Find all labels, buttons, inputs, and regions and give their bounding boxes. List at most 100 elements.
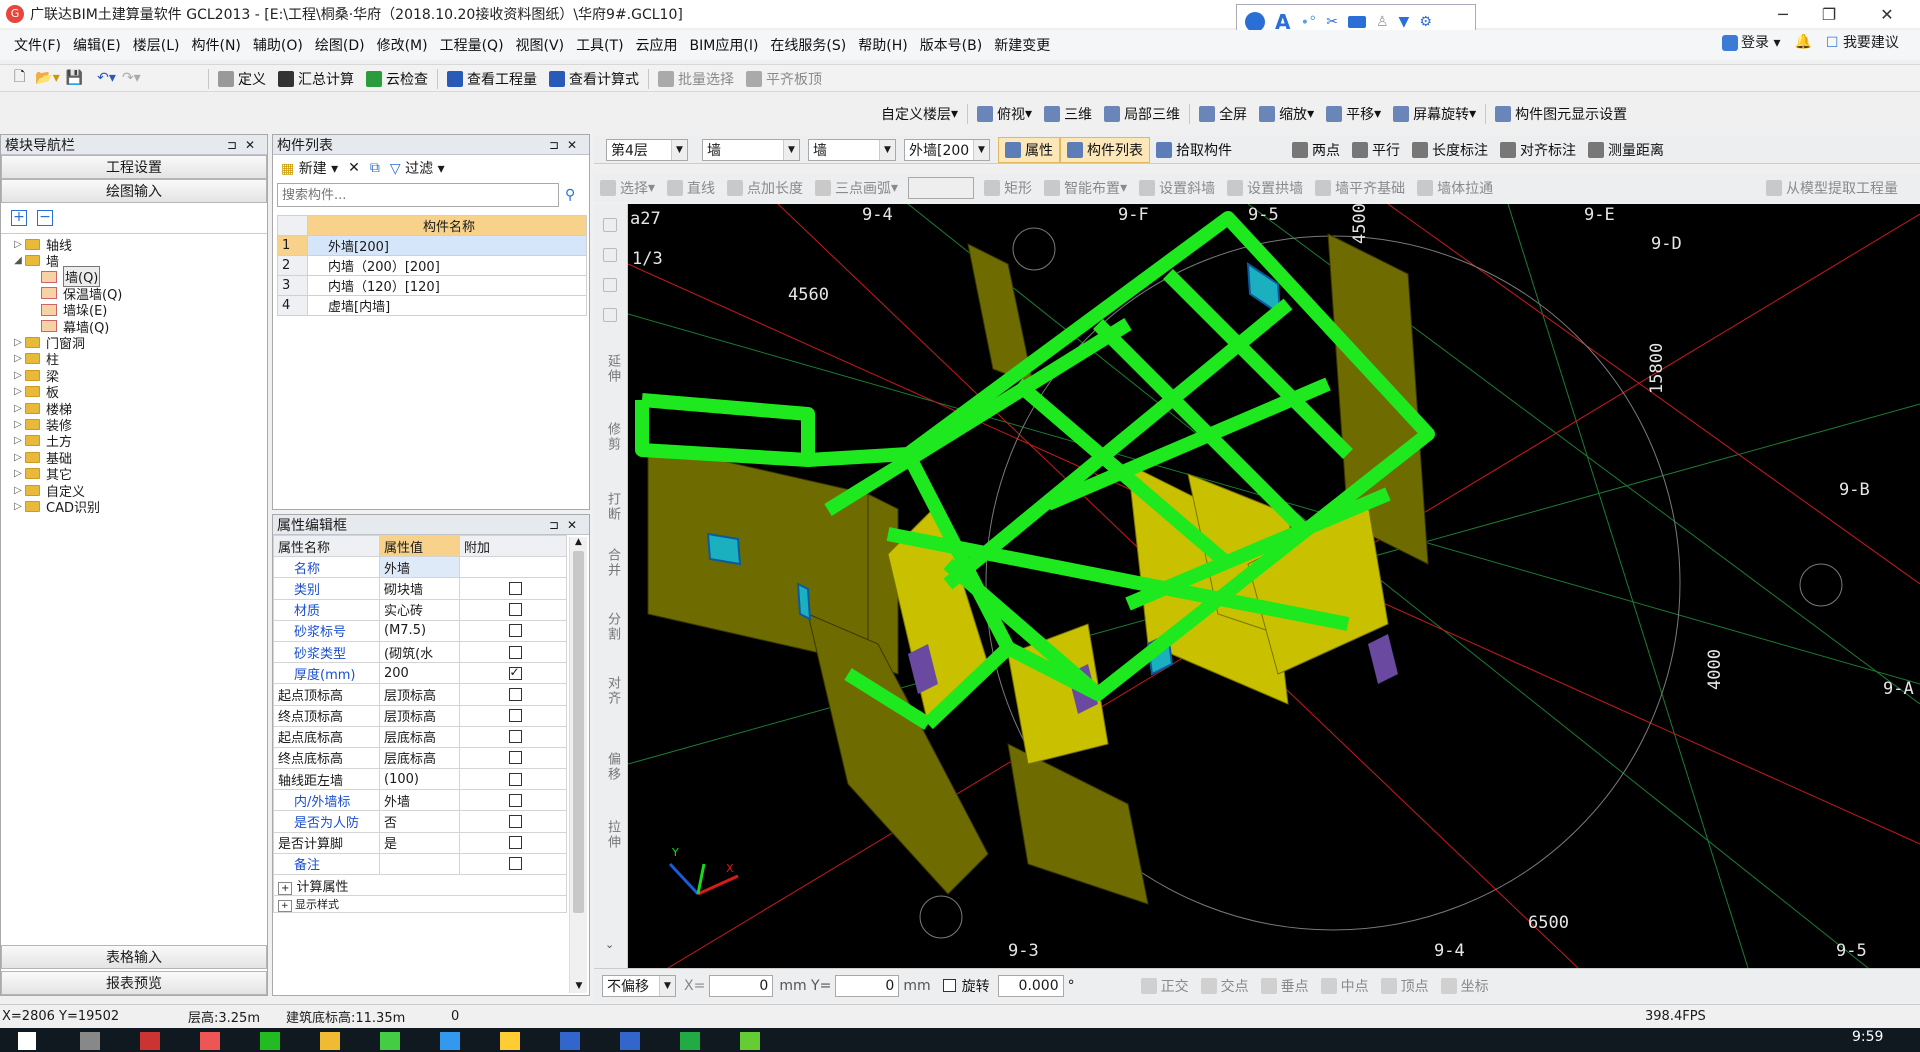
extra-checkbox[interactable] [508, 857, 522, 871]
bell-icon[interactable]: 🔔 [1794, 34, 1811, 50]
measure-button[interactable]: 长度标注 [1406, 137, 1494, 163]
menu-item[interactable]: 楼层(L) [127, 35, 186, 55]
expand-arrow-icon[interactable]: ▷ [11, 403, 25, 414]
toolbar1-button[interactable]: 云检查 [360, 66, 434, 92]
tree-item[interactable]: ▷ 基础 [1, 449, 267, 467]
draw-tool-button[interactable]: 三点画弧 ▾ [809, 175, 904, 201]
display-style-group[interactable]: + 显示样式 [273, 895, 567, 914]
menu-item[interactable]: 辅助(O) [247, 35, 309, 55]
expand-arrow-icon[interactable]: ▷ [11, 485, 25, 496]
expand-arrow-icon[interactable]: ▷ [11, 435, 25, 446]
view-button[interactable]: 三维 [1038, 101, 1098, 127]
property-value[interactable]: 层顶标高 [379, 704, 460, 727]
pin-close-icon[interactable]: ⊐✕ [549, 518, 585, 532]
taskbar-app-icon[interactable] [140, 1032, 160, 1050]
property-row[interactable]: 类别 砌块墙 [273, 577, 567, 600]
extra-checkbox[interactable] [508, 730, 522, 744]
measure-button[interactable]: 平行 [1346, 137, 1406, 163]
toolbar1-button[interactable]: 查看工程量 [441, 66, 543, 92]
taskbar-app-icon[interactable] [200, 1032, 220, 1050]
angle-input[interactable]: 0.000 [997, 974, 1064, 997]
draw-tool-button[interactable]: 设置拱墙 [1221, 175, 1309, 201]
side-tool-button[interactable]: 延伸 [603, 354, 622, 384]
property-row[interactable]: 名称 外墙 [273, 556, 567, 579]
menu-item[interactable]: 文件(F) [8, 35, 67, 55]
expand-arrow-icon[interactable]: ▷ [11, 239, 25, 250]
snap-button[interactable]: 顶点 [1375, 973, 1435, 999]
snap-button[interactable]: 交点 [1195, 973, 1255, 999]
extra-checkbox[interactable] [508, 815, 522, 829]
property-row[interactable]: 起点顶标高 层顶标高 [273, 683, 567, 706]
side-tool-icon[interactable] [603, 218, 617, 232]
menu-item[interactable]: 视图(V) [510, 35, 571, 55]
measure-button[interactable]: 对齐标注 [1494, 137, 1582, 163]
tree-item[interactable]: ▷ 柱 [1, 351, 267, 368]
tree-item[interactable]: ▷ 板 [1, 384, 267, 401]
property-row[interactable]: 厚度(mm) 200 [273, 662, 567, 685]
minimize-button[interactable]: ─ [1760, 0, 1806, 28]
draw-tool-button[interactable]: 从模型提取工程量 [1760, 175, 1904, 201]
property-row[interactable]: 材质 实心砖 [273, 598, 567, 621]
view-button[interactable]: 平移 ▾ [1320, 101, 1387, 127]
draw-tool-button[interactable]: 选择 ▾ [594, 175, 661, 201]
property-row[interactable]: 是否为人防否 [273, 810, 567, 833]
menu-item[interactable]: 构件(N) [186, 35, 247, 55]
y-input[interactable]: 0 [835, 974, 900, 997]
collapse-all-icon[interactable]: − [37, 210, 53, 226]
side-tool-icon[interactable] [603, 308, 617, 322]
snap-button[interactable]: 垂点 [1255, 973, 1315, 999]
maximize-button[interactable]: ❐ [1806, 0, 1852, 28]
report-preview-button[interactable]: 报表预览 [1, 971, 267, 995]
extra-checkbox[interactable] [508, 645, 522, 659]
property-value[interactable]: 外墙 [379, 789, 460, 812]
side-tool-button[interactable]: 偏移 [603, 752, 622, 782]
pin-close-icon[interactable]: ⊐✕ [227, 138, 263, 152]
draw-tool-button[interactable]: 矩形 [978, 175, 1038, 201]
side-tool-button[interactable]: 拉伸 [603, 820, 622, 850]
tree-item[interactable]: ▷ 土方 [1, 433, 267, 450]
side-tool-button[interactable]: 打断 [603, 492, 622, 522]
dots-icon[interactable]: ∙° [1300, 14, 1316, 30]
extra-checkbox[interactable] [508, 836, 522, 850]
menu-item[interactable]: 工具(T) [570, 35, 629, 55]
expand-arrow-icon[interactable]: ▷ [11, 353, 25, 364]
tree-item[interactable]: 墙垛(E) [1, 302, 267, 319]
table-row[interactable]: 1 外墙[200] [277, 235, 587, 256]
view-button[interactable]: 全屏 [1193, 101, 1253, 127]
expand-arrow-icon[interactable]: ▷ [11, 468, 25, 479]
tree-item[interactable]: ▷ 轴线 [1, 236, 267, 254]
snap-button[interactable]: 中点 [1315, 973, 1375, 999]
expand-arrow-icon[interactable]: ◢ [11, 255, 25, 266]
filter-button[interactable]: ▽ 过滤 ▾ [390, 158, 445, 178]
side-tool-button[interactable]: 修剪 [603, 422, 622, 452]
property-row[interactable]: 砂浆标号 (M7.5) [273, 619, 567, 642]
taskbar-app-icon[interactable] [680, 1032, 700, 1050]
property-row[interactable]: 内/外墙标 外墙 [273, 789, 567, 812]
extra-checkbox[interactable] [508, 751, 522, 765]
component-search-input[interactable] [277, 183, 559, 207]
menu-item[interactable]: 云应用 [630, 35, 684, 55]
category-select[interactable]: 墙 ▼ [702, 138, 800, 161]
close-button[interactable]: ✕ [1864, 0, 1910, 28]
extra-checkbox[interactable] [508, 581, 522, 595]
property-value[interactable]: 砌块墙 [379, 577, 460, 600]
tree-item[interactable]: 幕墙(Q) [1, 318, 267, 336]
taskbar-app-icon[interactable] [500, 1032, 520, 1050]
copy-icon[interactable]: ⧉ [370, 160, 380, 176]
taskbar-app-icon[interactable] [80, 1032, 100, 1050]
property-row[interactable]: 终点底标高 层底标高 [273, 746, 567, 770]
property-value[interactable]: 层底标高 [379, 725, 460, 748]
tree-item[interactable]: ▷ 门窗洞 [1, 334, 267, 352]
drawing-input-button[interactable]: 绘图输入 [1, 179, 267, 203]
property-value[interactable]: 200 [379, 662, 460, 685]
menu-item[interactable]: 绘图(D) [309, 35, 371, 55]
view-button[interactable]: 构件图元显示设置 [1489, 101, 1633, 127]
chevron-down-icon[interactable]: ⌄ [605, 938, 614, 951]
property-value[interactable]: (砌筑(水 [379, 640, 460, 664]
tree-item[interactable]: ▷ 梁 [1, 367, 267, 385]
taskbar-app-icon[interactable] [620, 1032, 640, 1050]
toolbar1-button[interactable]: 平齐板顶 [740, 66, 828, 92]
property-value[interactable]: 否 [379, 810, 460, 833]
extra-checkbox[interactable] [508, 709, 522, 723]
start-icon[interactable] [18, 1032, 36, 1050]
